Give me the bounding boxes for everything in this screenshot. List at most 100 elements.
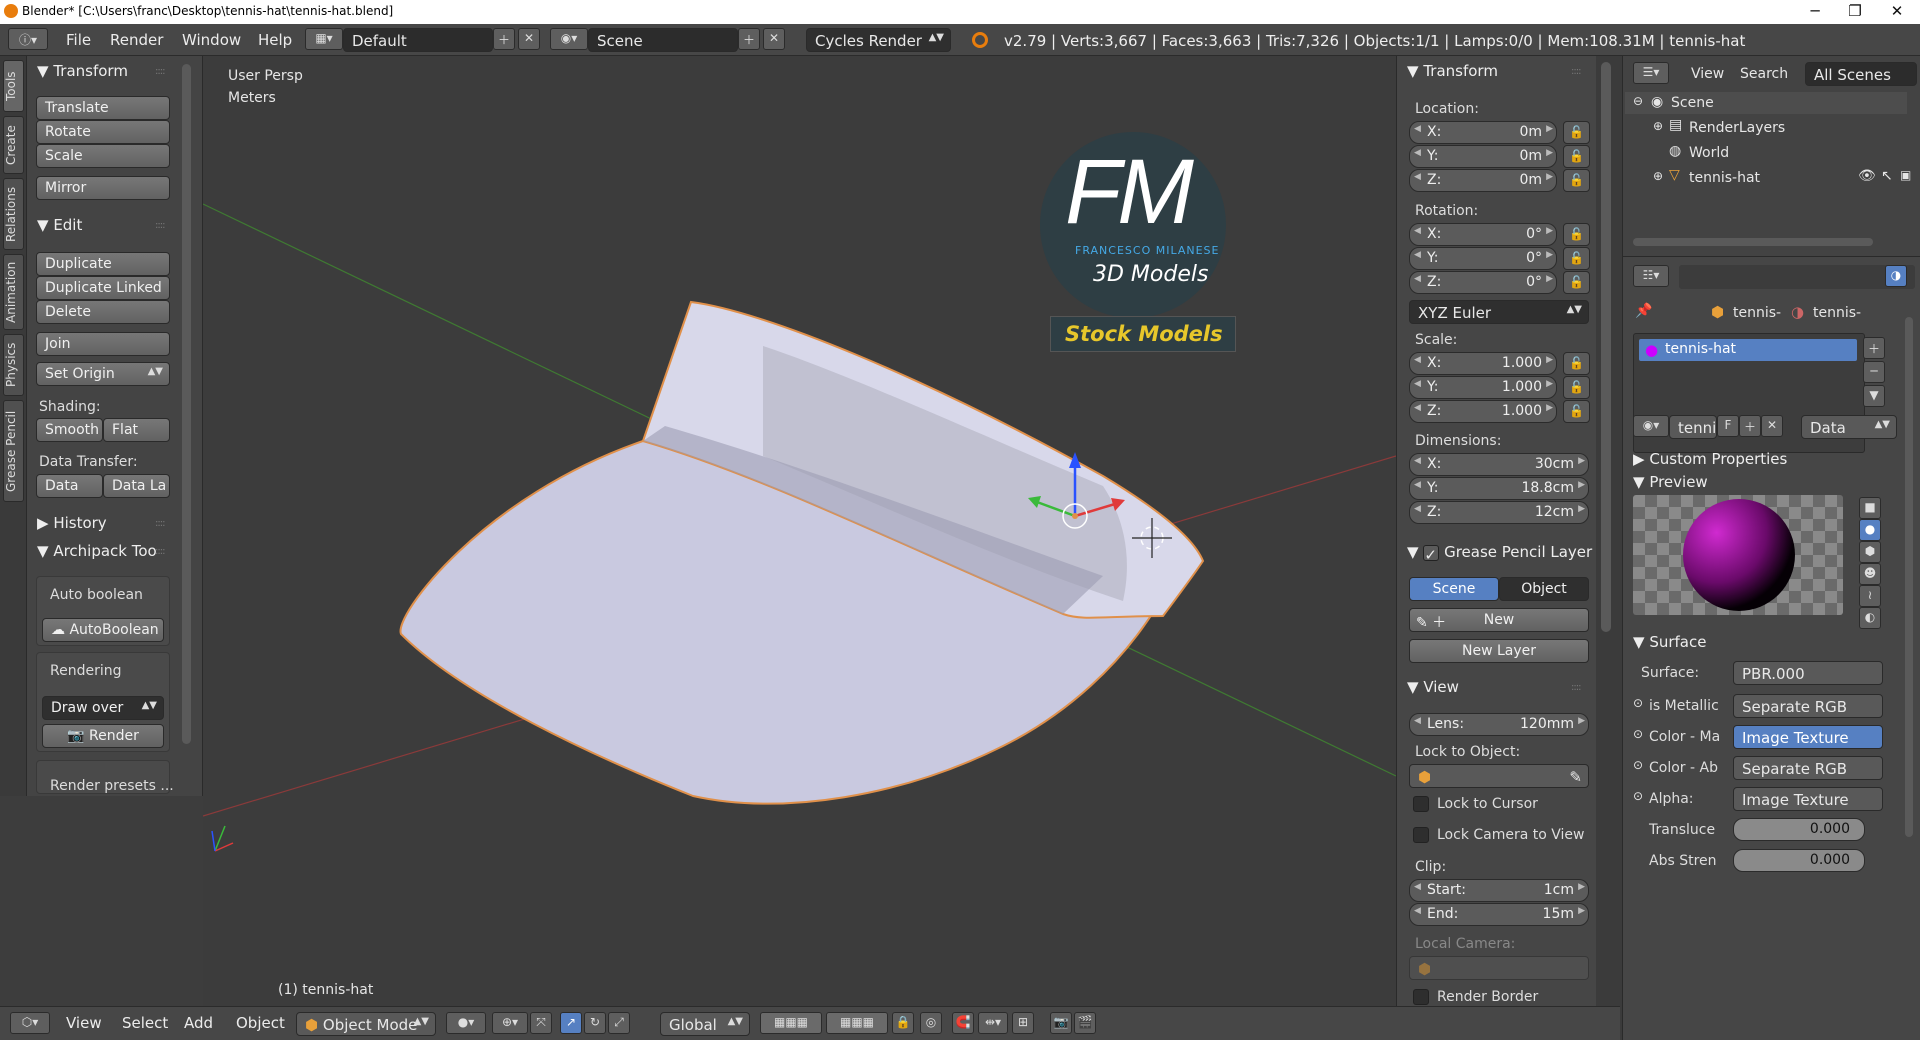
mode-dropdown[interactable]: ⬢ Object Mode ▲▼ <box>296 1012 436 1036</box>
clip-end-field[interactable]: ◀ End: 15m ▶ <box>1409 903 1589 926</box>
link-data-dropdown[interactable]: Data ▲▼ <box>1801 415 1897 439</box>
gp-object-button[interactable]: Object <box>1499 577 1589 601</box>
autoboolean-button[interactable]: ☁ AutoBoolean <box>42 618 164 642</box>
scale-manipulator-icon[interactable]: ⤢ <box>608 1012 630 1034</box>
scale-y-field[interactable]: ◀ Y: 1.000 ▶ <box>1409 376 1557 399</box>
dimension-z-field[interactable]: ◀ Z: 12cm ▶ <box>1409 501 1589 524</box>
location-x-field[interactable]: ◀ X: 0m ▶ <box>1409 121 1557 144</box>
drag-handle-icon[interactable]: :::: <box>155 518 166 529</box>
new-material-icon[interactable]: ＋ <box>1739 415 1761 437</box>
drag-handle-icon[interactable]: :::: <box>155 220 166 231</box>
outliner-editor-icon[interactable]: ☰▾ <box>1633 62 1669 84</box>
rotation-mode-dropdown[interactable]: XYZ Euler ▲▼ <box>1409 300 1589 324</box>
translate-manipulator-icon[interactable]: ↗ <box>560 1012 582 1034</box>
custom-properties-header[interactable]: ▶ Custom Properties <box>1633 450 1787 468</box>
tab-grease-pencil[interactable]: Grease Pencil <box>3 400 24 502</box>
orientation-dropdown[interactable]: Global ▲▼ <box>660 1012 750 1036</box>
preview-flat-icon[interactable]: ■ <box>1859 497 1881 519</box>
outliner-tennis-hat-label[interactable]: tennis-hat <box>1689 170 1760 186</box>
layers-grid-icon-2[interactable]: ▦▦▦ <box>826 1012 888 1034</box>
expand-icon[interactable]: ⊕ <box>1653 169 1663 183</box>
proportional-edit-icon[interactable]: ◎ <box>920 1012 942 1034</box>
grease-pencil-header[interactable]: ▼ ✓ Grease Pencil Layer <box>1407 542 1592 564</box>
scale-x-field[interactable]: ◀ X: 1.000 ▶ <box>1409 352 1557 375</box>
lock-icon[interactable]: 🔓 <box>1563 121 1590 144</box>
render-presets-button[interactable]: Render presets ... <box>50 778 174 794</box>
surface-header[interactable]: ▼ Surface <box>1633 633 1706 651</box>
gp-new-layer-button[interactable]: New Layer <box>1409 639 1589 663</box>
rotate-button[interactable]: Rotate <box>36 120 170 144</box>
flat-button[interactable]: Flat <box>103 418 170 442</box>
snap-toggle-icon[interactable]: 🧲 <box>952 1012 974 1034</box>
lock-icon[interactable]: 🔓 <box>1563 223 1590 246</box>
object-menu[interactable]: Object <box>236 1014 285 1032</box>
cursor-icon[interactable]: ↖ <box>1881 168 1893 184</box>
tab-animation[interactable]: Animation <box>3 254 24 330</box>
tab-tools[interactable]: Tools <box>3 60 24 112</box>
draw-over-dropdown[interactable]: Draw over ▲▼ <box>42 696 164 720</box>
data-transfer-button[interactable]: Data <box>36 474 103 498</box>
lock-layers-icon[interactable]: 🔒 <box>892 1012 914 1034</box>
link-toggle-icon[interactable]: ⊙ <box>1633 789 1643 803</box>
menu-window[interactable]: Window <box>182 31 241 49</box>
preview-cube-icon[interactable]: ⬢ <box>1859 541 1881 563</box>
translate-button[interactable]: Translate <box>36 96 170 120</box>
material-tab-icon[interactable]: ◑ <box>1885 265 1907 287</box>
translucent-slider[interactable]: 0.000 <box>1733 818 1865 841</box>
delete-button[interactable]: Delete <box>36 300 170 324</box>
scene-selector[interactable]: Scene <box>588 28 738 52</box>
dimension-x-field[interactable]: ◀ X: 30cm ▶ <box>1409 453 1589 476</box>
maximize-button[interactable]: ❐ <box>1835 2 1875 20</box>
lock-icon[interactable]: 🔓 <box>1563 376 1590 399</box>
edit-panel-header[interactable]: ▼ Edit <box>37 216 82 234</box>
rotation-z-field[interactable]: ◀ Z: 0° ▶ <box>1409 271 1557 294</box>
tab-relations[interactable]: Relations <box>3 178 24 250</box>
material-name-field[interactable]: tenni <box>1669 415 1717 439</box>
is-metallic-input[interactable]: Separate RGB <box>1733 694 1883 718</box>
toolshelf-scrollbar[interactable] <box>182 64 191 744</box>
slot-menu-icon[interactable]: ▼ <box>1863 385 1885 407</box>
lock-icon[interactable]: 🔓 <box>1563 169 1590 192</box>
sidebar-scrollbar[interactable] <box>1601 62 1611 632</box>
transform-panel-header[interactable]: ▼ Transform <box>37 62 128 80</box>
camera-icon[interactable]: ▣ <box>1900 168 1911 182</box>
manipulator-toggle-icon[interactable]: ⤧ <box>530 1012 552 1034</box>
preview-monkey-icon[interactable]: ☻ <box>1859 563 1881 585</box>
lock-icon[interactable]: 🔓 <box>1563 352 1590 375</box>
select-menu[interactable]: Select <box>122 1014 168 1032</box>
lock-object-field[interactable]: ⬢ ✎ <box>1409 764 1589 788</box>
layout-icon[interactable]: ▦▾ <box>305 28 343 50</box>
scene-icon[interactable]: ◉▾ <box>550 28 588 50</box>
render-animation-icon[interactable]: 🎬 <box>1074 1012 1096 1034</box>
color-ma-input[interactable]: Image Texture <box>1733 725 1883 749</box>
smooth-button[interactable]: Smooth <box>36 418 103 442</box>
drag-handle-icon[interactable]: :::: <box>1571 682 1582 693</box>
breadcrumb-material[interactable]: tennis- <box>1813 305 1861 321</box>
drag-handle-icon[interactable]: :::: <box>155 546 166 557</box>
gp-scene-button[interactable]: Scene <box>1409 577 1499 601</box>
drag-handle-icon[interactable]: :::: <box>155 66 166 77</box>
unlink-material-icon[interactable]: ✕ <box>1761 415 1783 437</box>
shading-icon[interactable]: ●▾ <box>446 1012 486 1034</box>
lock-icon[interactable]: 🔓 <box>1563 400 1590 423</box>
preview-sphere-icon[interactable]: ● <box>1859 519 1881 541</box>
material-slot-item[interactable]: ● tennis-hat <box>1639 339 1857 361</box>
lock-cursor-checkbox[interactable] <box>1413 796 1429 812</box>
dimension-y-field[interactable]: ◀ Y: 18.8cm ▶ <box>1409 477 1589 500</box>
link-toggle-icon[interactable]: ⊙ <box>1633 696 1643 710</box>
info-icon[interactable]: ⓘ▾ <box>8 28 48 50</box>
rotation-y-field[interactable]: ◀ Y: 0° ▶ <box>1409 247 1557 270</box>
rotation-x-field[interactable]: ◀ X: 0° ▶ <box>1409 223 1557 246</box>
editor-type-icon[interactable]: ⬡▾ <box>10 1012 50 1034</box>
remove-scene-icon[interactable]: ✕ <box>763 28 785 50</box>
outliner-filter-dropdown[interactable]: All Scenes <box>1805 62 1917 86</box>
fake-user-button[interactable]: F <box>1717 415 1739 437</box>
menu-render[interactable]: Render <box>110 31 163 49</box>
drag-handle-icon[interactable]: :::: <box>1571 66 1582 77</box>
layers-grid-icon[interactable]: ▦▦▦ <box>760 1012 822 1034</box>
add-scene-icon[interactable]: ＋ <box>738 28 760 50</box>
3d-viewport[interactable]: User Persp Meters (1) tennis-hat FM FRAN… <box>203 56 1396 1006</box>
history-panel-header[interactable]: ▶ History <box>37 514 107 532</box>
duplicate-button[interactable]: Duplicate <box>36 252 170 276</box>
pivot-icon[interactable]: ⊕▾ <box>492 1012 528 1034</box>
